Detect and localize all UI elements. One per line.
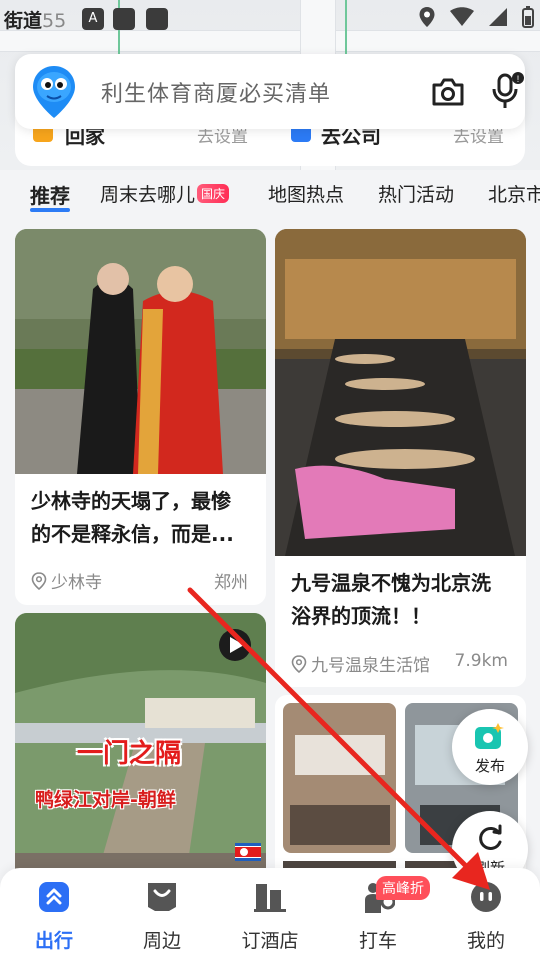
video-play-icon[interactable] (233, 631, 266, 665)
video-overlay-title: 一门之隔 (77, 739, 182, 769)
card-title-line: 的不是释永信，而是... (31, 522, 234, 546)
signal-icon (489, 8, 507, 26)
card-location: 少林寺 (31, 568, 102, 593)
search-bar[interactable]: 利生体育商厦必买清单 ! (15, 54, 525, 129)
wifi-icon (450, 7, 474, 26)
feed-card-yalu-video[interactable]: 一门之隔 鸭绿江对岸-朝鲜 (15, 613, 266, 883)
camera-icon[interactable] (431, 76, 465, 108)
feed-card-hot-spring[interactable]: 九号温泉不愧为北京洗 浴界的顶流！！ 九号温泉生活馆 7.9km (275, 229, 526, 687)
card-title-line: 浴界的顶流！！ (291, 604, 431, 628)
profile-icon (471, 882, 501, 912)
nav-item-hotel[interactable]: 订酒店 (225, 880, 315, 953)
battery-icon (522, 6, 534, 28)
card-title-line: 九号温泉不愧为北京洗 (291, 571, 491, 595)
national-day-badge: 国庆 (197, 184, 230, 203)
card-title: 少林寺的天塌了，最惨 的不是释永信，而是... (31, 485, 234, 551)
nav-label: 打车 (358, 930, 397, 952)
refresh-icon (479, 824, 502, 850)
video-overlay-subtitle: 鸭绿江对岸-朝鲜 (35, 789, 176, 811)
nav-item-nearby[interactable]: 周边 (117, 880, 207, 953)
location-pin-icon (291, 654, 307, 673)
app-logo-icon[interactable] (31, 64, 77, 120)
card-image (15, 229, 266, 474)
card-location-label: 少林寺 (51, 573, 102, 593)
peak-discount-badge: 高峰折 (376, 876, 430, 900)
tab-beijing[interactable]: 北京市 (488, 180, 540, 207)
nav-label: 订酒店 (241, 930, 299, 952)
location-icon (419, 7, 435, 27)
search-placeholder[interactable]: 利生体育商厦必买清单 (101, 76, 331, 108)
tab-weekend[interactable]: 周末去哪儿 国庆 (100, 180, 230, 207)
publish-label: 发布 (474, 757, 505, 775)
feed-tabs: 推荐 周末去哪儿 国庆 地图热点 热门活动 北京市 (0, 172, 540, 214)
location-pin-icon (31, 571, 47, 590)
tab-active-indicator (30, 208, 70, 212)
nav-label: 我的 (466, 930, 505, 952)
north-korea-flag-icon (235, 843, 261, 861)
tab-hot-events[interactable]: 热门活动 (378, 180, 454, 207)
card-image (275, 229, 526, 556)
card-title: 九号温泉不愧为北京洗 浴界的顶流！！ (291, 567, 491, 633)
nav-label: 出行 (34, 930, 73, 952)
hotel-icon (254, 884, 286, 912)
nav-label: 周边 (142, 930, 181, 952)
notification-a-icon: A (82, 8, 104, 30)
status-icons (418, 6, 534, 28)
status-time: 街道55 (4, 6, 66, 33)
tab-recommend[interactable]: 推荐 (30, 180, 70, 209)
nearby-icon (148, 883, 176, 911)
status-bar: 街道55 A (0, 0, 540, 36)
bottom-nav: 出行 周边 订酒店 打车 我的 (0, 868, 540, 960)
card-title-line: 少林寺的天塌了，最惨 (31, 489, 231, 513)
notification-app-icon (113, 8, 135, 30)
travel-icon (39, 882, 69, 912)
nav-item-travel[interactable]: 出行 (9, 880, 99, 953)
card-distance: 郑州 (214, 573, 248, 593)
card-location-label: 九号温泉生活馆 (311, 656, 430, 676)
status-time-main: 街道 (4, 10, 43, 32)
publish-camera-icon (475, 723, 504, 749)
tab-map-hotspots[interactable]: 地图热点 (268, 180, 344, 207)
feed-card-shaolin[interactable]: 少林寺的天塌了，最惨 的不是释永信，而是... 少林寺 郑州 (15, 229, 266, 605)
status-time-faded: 55 (42, 10, 67, 32)
nav-item-profile[interactable]: 我的 (441, 880, 531, 953)
card-distance: 7.9km (454, 651, 508, 671)
notification-app-icon (146, 8, 168, 30)
tab-weekend-label: 周末去哪儿 (100, 184, 196, 206)
svg-text:!: ! (517, 74, 520, 84)
publish-button[interactable]: 发布 (452, 709, 528, 785)
voice-input-icon[interactable]: ! (489, 72, 525, 110)
card-location: 九号温泉生活馆 (291, 651, 430, 676)
